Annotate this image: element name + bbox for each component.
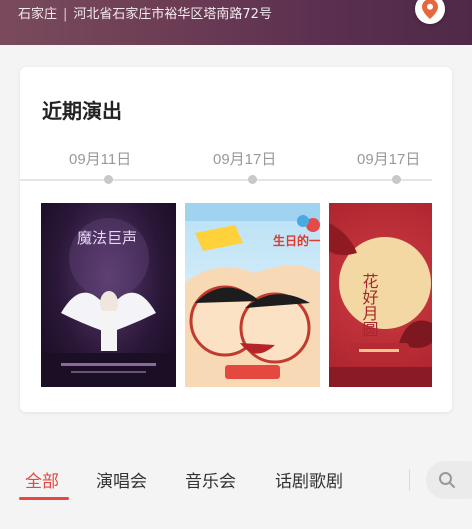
poster-title: 魔法巨声 bbox=[77, 229, 137, 247]
active-tab-indicator bbox=[19, 497, 69, 500]
location-pin-icon bbox=[422, 0, 438, 19]
tab-music[interactable]: 音乐会 bbox=[185, 467, 236, 492]
timeline-dot bbox=[248, 175, 257, 184]
section-title: 近期演出 bbox=[42, 99, 122, 123]
show-date: 09月17日 bbox=[213, 151, 277, 168]
show-date: 09月11日 bbox=[69, 151, 132, 168]
poster-title: 花好月圆 bbox=[360, 273, 379, 337]
show-date: 09月17日 bbox=[357, 151, 421, 168]
show-poster[interactable]: 魔法巨声 bbox=[41, 203, 176, 387]
poster-artwork: 魔法巨声 bbox=[41, 218, 176, 387]
search-icon bbox=[439, 472, 455, 488]
poster-artwork: 生日的一天 bbox=[185, 203, 320, 387]
category-tabs: 全部 演唱会 音乐会 话剧歌剧 bbox=[0, 452, 472, 512]
city-label[interactable]: 石家庄 bbox=[18, 7, 57, 22]
timeline-dot bbox=[392, 175, 401, 184]
timeline-dot bbox=[104, 175, 113, 184]
location-header: 石家庄 | 河北省石家庄市裕华区塔南路72号 bbox=[0, 0, 472, 45]
tabs-divider bbox=[409, 469, 410, 491]
timeline-line bbox=[20, 179, 432, 181]
tab-concert[interactable]: 演唱会 bbox=[96, 467, 147, 492]
tab-all[interactable]: 全部 bbox=[25, 467, 59, 492]
search-button[interactable] bbox=[426, 461, 472, 499]
poster-artwork: 花好月圆 bbox=[329, 223, 432, 387]
show-poster[interactable]: 花好月圆 bbox=[329, 203, 432, 387]
poster-title: 生日的一天 bbox=[273, 233, 320, 248]
location-button[interactable] bbox=[415, 0, 445, 24]
show-poster[interactable]: 生日的一天 bbox=[185, 203, 320, 387]
address-text: 河北省石家庄市裕华区塔南路72号 bbox=[73, 7, 272, 22]
tab-drama-opera[interactable]: 话剧歌剧 bbox=[275, 467, 343, 492]
address-bar[interactable]: 石家庄 | 河北省石家庄市裕华区塔南路72号 bbox=[18, 7, 272, 23]
address-separator: | bbox=[63, 7, 68, 22]
